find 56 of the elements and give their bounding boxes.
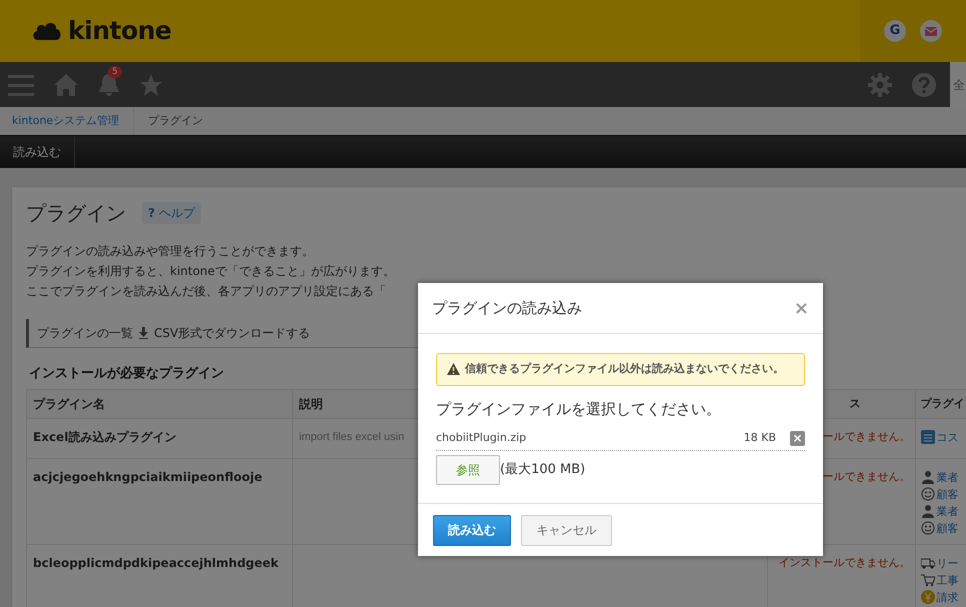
- cancel-button[interactable]: キャンセル: [521, 514, 612, 546]
- notification-count: 5: [108, 66, 122, 78]
- menu-icon[interactable]: [8, 72, 34, 96]
- column-header: プラグイン名: [26, 389, 293, 418]
- settings-icon[interactable]: [868, 72, 892, 96]
- cloud-icon: [32, 20, 62, 42]
- list-icon: [920, 430, 935, 444]
- app-link[interactable]: コス: [936, 428, 959, 446]
- csv-download-link[interactable]: CSV形式でダウンロードする: [154, 324, 310, 342]
- table-cell: acjcjegoehkngpciaikmiipeonflooje: [26, 458, 293, 544]
- app-link[interactable]: 顧客: [936, 520, 959, 536]
- app-link[interactable]: 請求: [936, 588, 959, 606]
- prompt-text: プラグインファイルを選択してください。: [436, 398, 722, 420]
- cart-icon: [920, 573, 935, 587]
- table-heading: インストールが必要なプラグイン: [29, 364, 224, 383]
- section-title: プラグインの一覧: [37, 325, 133, 342]
- yen-icon: [920, 590, 935, 604]
- logo[interactable]: kintone: [68, 12, 172, 50]
- star-icon[interactable]: [140, 74, 162, 96]
- breadcrumb-current: プラグイン: [147, 112, 204, 129]
- download-icon: [139, 327, 148, 339]
- worker-icon: [920, 470, 935, 484]
- app-link[interactable]: 業者: [936, 468, 959, 486]
- worker-icon: [920, 504, 935, 518]
- import-button[interactable]: 読み込む: [433, 514, 511, 546]
- warning-text: 信頼できるプラグインファイル以外は読み込まないでください。: [465, 361, 784, 377]
- description-text: プラグインを利用すると、kintoneで「できること」が広がります。: [26, 263, 396, 280]
- truck-icon: [920, 556, 935, 570]
- toolbar-button[interactable]: 読み込む: [0, 136, 75, 168]
- account-avatar[interactable]: G: [884, 20, 906, 42]
- warning-icon: [447, 363, 460, 376]
- file-name: chobiitPlugin.zip: [436, 430, 526, 446]
- size-limit-text: (最大100 MB): [500, 460, 586, 479]
- app-link[interactable]: 業者: [936, 502, 959, 520]
- close-button[interactable]: ×: [794, 294, 809, 322]
- browse-button[interactable]: 参照: [436, 454, 500, 484]
- mail-button[interactable]: [920, 20, 942, 42]
- smiley-icon: [920, 487, 935, 501]
- bell-icon[interactable]: [98, 72, 120, 96]
- app-link[interactable]: 工事: [936, 572, 959, 588]
- description-text: プラグインの読み込みや管理を行うことができます。: [26, 243, 315, 260]
- mail-icon: [925, 26, 937, 36]
- dialog-title: プラグインの読み込み: [432, 298, 582, 319]
- search-field[interactable]: 全: [950, 62, 966, 107]
- table-cell: Excel読み込みプラグイン: [26, 418, 293, 458]
- column-header: プラグイ: [915, 389, 966, 418]
- page-title: プラグイン: [26, 201, 126, 225]
- smiley-icon: [920, 521, 935, 535]
- description-text: ここでプラグインを読み込んだ後、各アプリのアプリ設定にある「: [26, 283, 387, 300]
- remove-file-button[interactable]: ×: [790, 430, 805, 446]
- home-icon[interactable]: [54, 74, 78, 96]
- app-link[interactable]: リー: [936, 554, 959, 572]
- table-cell: bcleopplicmdpdkipeaccejhlmhdgeek: [26, 544, 293, 607]
- help-link[interactable]: ? ヘルプ: [142, 202, 201, 224]
- help-icon[interactable]: [912, 72, 936, 96]
- app-link[interactable]: 顧客: [936, 486, 959, 502]
